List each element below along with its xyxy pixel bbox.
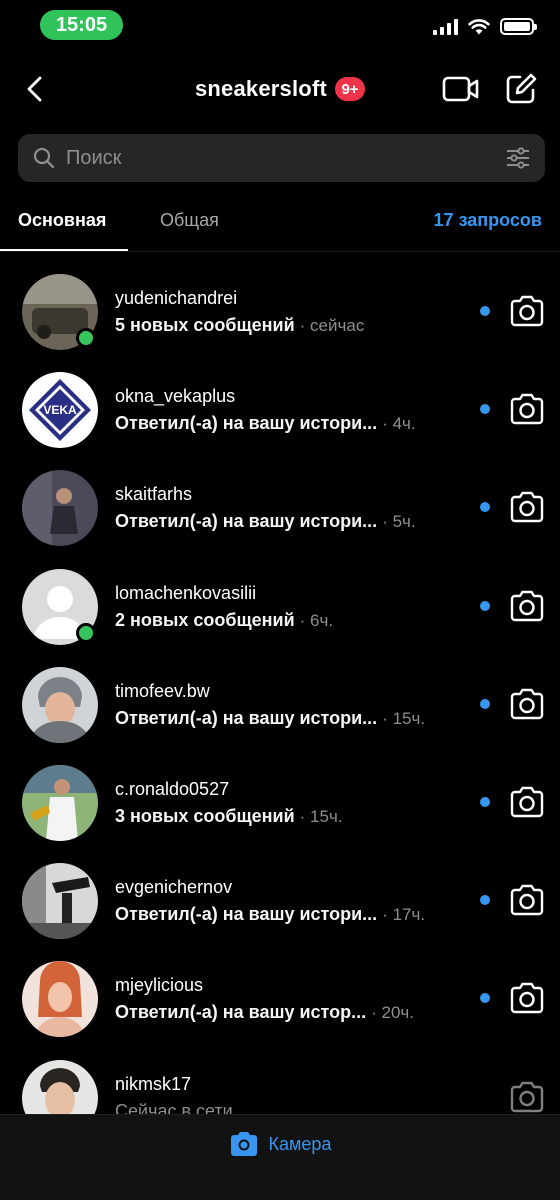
conversation-preview: 5 новых сообщений · сейчас: [115, 315, 365, 335]
status-icons: [433, 18, 537, 35]
conversation-row[interactable]: yudenichandrei 5 новых сообщений · сейча…: [0, 262, 560, 360]
header: sneakersloft 9+: [0, 60, 560, 118]
conversation-username: lomachenkovasilii: [115, 582, 257, 603]
conversation-time: · 15ч.: [299, 806, 343, 826]
camera-icon[interactable]: [509, 982, 545, 1014]
conversation-time: · 20ч.: [371, 1003, 415, 1023]
avatar: VEKA: [22, 372, 98, 449]
avatar: [22, 1059, 98, 1114]
conversation-preview: 2 новых сообщений · 6ч.: [115, 609, 334, 630]
inbox-tabs: Основная Общая 17 запросов: [0, 200, 560, 252]
wifi-icon: [468, 19, 490, 35]
unread-dot: [480, 895, 490, 906]
signal-icon: [433, 18, 458, 35]
new-message-icon[interactable]: [504, 72, 538, 106]
conversation-time: · сейчас: [299, 316, 365, 335]
unread-dot: [480, 306, 490, 316]
conversation-row[interactable]: VEKA okna_vekaplus Ответил(-а) на вашу и…: [0, 360, 560, 458]
avatar: [22, 666, 98, 743]
bottom-bar: Камера: [0, 1114, 560, 1200]
tab-main[interactable]: Основная: [18, 210, 106, 231]
unread-dot: [480, 698, 490, 709]
unread-dot: [480, 796, 490, 807]
conversation-time: · 4ч.: [382, 414, 416, 434]
search-bar: [18, 134, 545, 182]
camera-icon[interactable]: [509, 1081, 545, 1113]
avatar: [22, 961, 98, 1038]
avatar: [22, 764, 98, 841]
camera-icon[interactable]: [509, 884, 545, 916]
conversation-row[interactable]: nikmsk17 Сейчас в сети: [0, 1048, 560, 1115]
camera-icon[interactable]: [509, 393, 545, 425]
conversation-username: c.ronaldo0527: [115, 778, 230, 799]
unread-dot: [480, 404, 490, 415]
conversation-username: evgenichernov: [115, 877, 233, 898]
camera-icon[interactable]: [509, 491, 545, 523]
account-title: sneakersloft: [194, 76, 327, 101]
conversation-time: · 15ч.: [382, 708, 426, 728]
active-tab-indicator: [0, 249, 128, 251]
camera-icon[interactable]: [509, 688, 545, 720]
conversation-username: timofeev.bw: [115, 680, 210, 701]
online-indicator: [76, 622, 96, 643]
camera-icon[interactable]: [509, 295, 545, 327]
avatar-logo-text: VEKA: [43, 403, 77, 417]
search-input[interactable]: [66, 134, 486, 182]
conversation-username: yudenichandrei: [115, 288, 238, 308]
tab-requests[interactable]: 17 запросов: [434, 210, 542, 231]
conversation-preview: Ответил(-а) на вашу истор... · 20ч.: [115, 1002, 415, 1023]
conversation-row[interactable]: skaitfarhs Ответил(-а) на вашу истори...…: [0, 458, 560, 556]
status-time: 15:05: [40, 10, 123, 40]
conversation-row[interactable]: mjeylicious Ответил(-а) на вашу истор...…: [0, 949, 560, 1047]
conversation-preview: 3 новых сообщений · 15ч.: [115, 805, 343, 826]
unread-dot: [480, 502, 490, 513]
search-icon: [33, 147, 55, 169]
conversation-row[interactable]: c.ronaldo0527 3 новых сообщений · 15ч.: [0, 753, 560, 851]
camera-button[interactable]: Камера: [0, 1131, 560, 1157]
unread-dot: [480, 600, 490, 611]
avatar: [22, 863, 98, 940]
conversation-row[interactable]: lomachenkovasilii 2 новых сообщений · 6ч…: [0, 557, 560, 655]
conversation-username: okna_vekaplus: [115, 386, 236, 407]
conversation-row[interactable]: timofeev.bw Ответил(-а) на вашу истори..…: [0, 655, 560, 753]
conversation-preview: Ответил(-а) на вашу истори... · 15ч.: [115, 707, 426, 728]
conversation-username: mjeylicious: [115, 975, 204, 996]
notification-badge: 9+: [335, 77, 365, 101]
camera-label: Камера: [268, 1133, 332, 1154]
filter-icon[interactable]: [505, 146, 531, 170]
avatar: [22, 470, 98, 547]
conversation-username: skaitfarhs: [115, 484, 193, 505]
conversation-username: nikmsk17: [115, 1073, 192, 1094]
camera-filled-icon: [230, 1132, 257, 1156]
conversation-row[interactable]: evgenichernov Ответил(-а) на вашу истори…: [0, 851, 560, 949]
online-indicator: [76, 328, 96, 348]
conversation-preview: Сейчас в сети: [115, 1100, 233, 1115]
conversation-time: · 6ч.: [299, 610, 334, 630]
conversation-time: · 5ч.: [382, 512, 416, 532]
video-call-icon[interactable]: [442, 74, 480, 104]
conversation-time: · 17ч.: [382, 905, 426, 925]
conversation-preview: Ответил(-а) на вашу истори... · 5ч.: [115, 511, 416, 532]
tab-general[interactable]: Общая: [160, 210, 219, 231]
unread-dot: [480, 993, 490, 1004]
status-bar: 15:05: [0, 0, 560, 52]
conversation-preview: Ответил(-а) на вашу истори... · 4ч.: [115, 413, 416, 434]
camera-icon[interactable]: [509, 786, 545, 818]
conversation-list: yudenichandrei 5 новых сообщений · сейча…: [0, 262, 560, 1114]
conversation-preview: Ответил(-а) на вашу истори... · 17ч.: [115, 904, 426, 925]
battery-icon: [500, 18, 537, 35]
camera-icon[interactable]: [509, 590, 545, 622]
